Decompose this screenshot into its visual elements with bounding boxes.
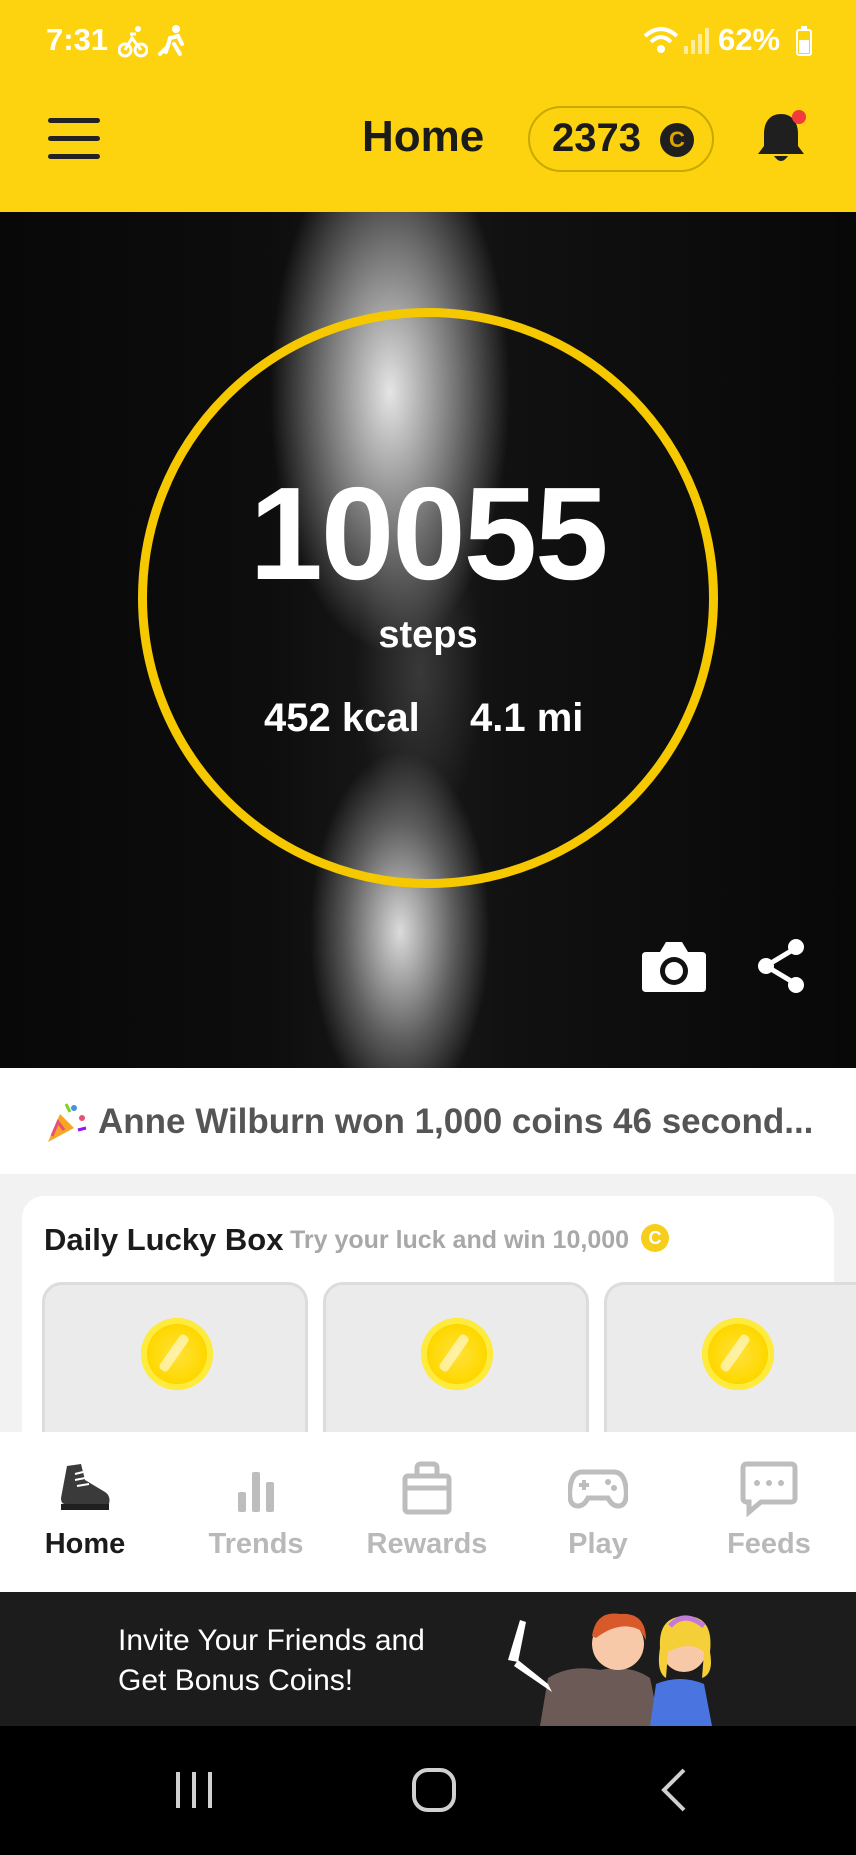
coin-icon: C <box>660 123 694 157</box>
status-time: 7:31 <box>46 22 109 57</box>
camera-icon[interactable] <box>640 938 708 994</box>
lucky-box-title: Daily Lucky Box <box>44 1222 284 1257</box>
bar-chart-icon <box>238 1472 274 1512</box>
nav-play[interactable]: Play <box>518 1450 678 1580</box>
distance-value: 4.1 mi <box>470 696 584 740</box>
banner-text-line2: Get Bonus Coins! <box>118 1664 354 1697</box>
party-popper-icon <box>48 1103 87 1142</box>
calories-value: 452 kcal <box>264 696 420 740</box>
page-title: Home <box>362 112 485 161</box>
banner-text-line1: Invite Your Friends and <box>118 1624 425 1657</box>
chat-icon <box>740 1461 798 1518</box>
nav-feeds[interactable]: Feeds <box>689 1450 849 1580</box>
friends-illustration <box>508 1613 712 1726</box>
back-icon[interactable] <box>656 1766 690 1814</box>
home-button-icon[interactable] <box>410 1766 458 1814</box>
nav-home[interactable]: Home <box>5 1450 165 1580</box>
share-icon[interactable] <box>754 936 808 996</box>
menu-icon[interactable] <box>48 118 100 160</box>
nav-label: Feeds <box>727 1528 811 1560</box>
gamepad-icon <box>568 1469 628 1509</box>
lucky-box-subtitle: Try your luck and win 10,000 <box>290 1226 630 1254</box>
notification-bell-icon[interactable] <box>752 108 810 166</box>
nav-label: Trends <box>208 1528 304 1560</box>
gold-coin-icon <box>702 1318 774 1390</box>
gold-coin-icon <box>421 1318 493 1390</box>
nav-label: Home <box>44 1528 126 1560</box>
nav-rewards[interactable]: Rewards <box>347 1450 507 1580</box>
steps-count: 10055 <box>249 460 608 607</box>
coin-icon: C <box>641 1224 669 1252</box>
ticker-text: Anne Wilburn won 1,000 coins 46 second..… <box>98 1102 814 1141</box>
battery-icon <box>796 26 812 56</box>
signal-icon <box>684 28 709 54</box>
nav-trends[interactable]: Trends <box>176 1450 336 1580</box>
coin-count: 2373 <box>552 116 641 160</box>
wifi-icon <box>643 27 679 53</box>
bike-icon <box>118 26 148 58</box>
nav-label: Rewards <box>366 1528 488 1560</box>
nav-label: Play <box>568 1528 628 1560</box>
gold-coin-icon <box>141 1318 213 1390</box>
shoe-icon <box>61 1464 110 1510</box>
recent-apps-icon[interactable] <box>172 1768 216 1812</box>
steps-label: steps <box>378 614 478 656</box>
shopping-bag-icon <box>402 1461 452 1515</box>
run-icon <box>158 25 184 56</box>
battery-percent: 62% <box>718 22 781 57</box>
